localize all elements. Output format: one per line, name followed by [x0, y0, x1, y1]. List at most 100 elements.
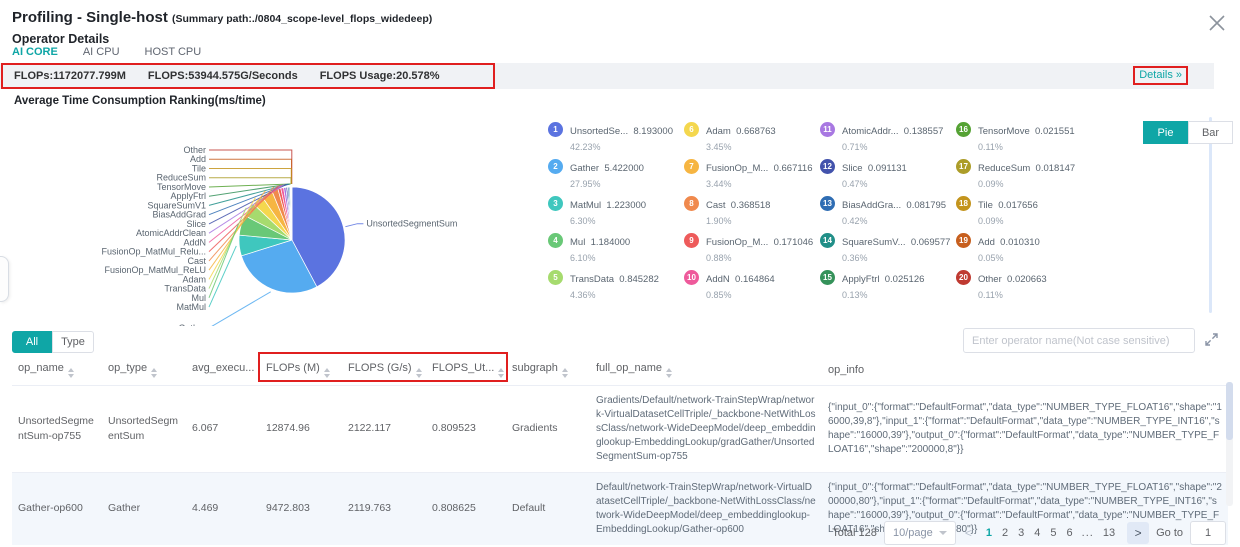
legend-percent: 0.47%: [842, 179, 907, 189]
legend-scrollbar[interactable]: [1209, 117, 1212, 313]
page-number-list: 123456...13: [981, 527, 1120, 539]
column-header-flops-m-[interactable]: FLOPs (M): [260, 355, 342, 386]
sort-icon[interactable]: [562, 368, 568, 378]
legend-item-19[interactable]: 19Add 0.0103100.05%: [956, 232, 1082, 269]
table-header-row: op_nameop_typeavg_execu...FLOPs (M)FLOPS…: [12, 355, 1228, 386]
prev-page-button[interactable]: <: [963, 526, 974, 540]
legend-item-3[interactable]: 3MatMul 1.2230006.30%: [548, 195, 674, 232]
legend-item-1[interactable]: 1UnsortedSe... 8.19300042.23%: [548, 121, 674, 158]
legend-item-16[interactable]: 16TensorMove 0.0215510.11%: [956, 121, 1082, 158]
expand-fullscreen-icon[interactable]: [1205, 333, 1218, 351]
legend-percent: 0.11%: [978, 290, 1047, 300]
column-header-op-type[interactable]: op_type: [102, 355, 186, 386]
pagination-bar: Total 128 10/page < 123456...13 > Go to: [832, 521, 1226, 545]
page-size-value: 10/page: [893, 527, 933, 539]
flops-total: FLOPs:1172077.799M: [14, 70, 126, 82]
page-number-6[interactable]: 6: [1062, 527, 1078, 539]
cell-op_type: UnsortedSegmentSum: [102, 386, 186, 473]
sort-icon[interactable]: [416, 368, 422, 378]
search-input[interactable]: [963, 328, 1195, 353]
sort-icon[interactable]: [324, 368, 330, 378]
legend-rank-badge: 17: [956, 159, 971, 174]
legend-rank-badge: 5: [548, 270, 563, 285]
pagination-total: Total 128: [832, 527, 877, 539]
goto-page-input[interactable]: [1190, 521, 1226, 545]
filter-type-button[interactable]: Type: [52, 331, 94, 353]
legend-rank-badge: 15: [820, 270, 835, 285]
column-header-avg-execu-[interactable]: avg_execu...: [186, 355, 260, 386]
column-header-op-name[interactable]: op_name: [12, 355, 102, 386]
legend-label: Mul 1.184000: [570, 237, 630, 248]
cell-op_name: UnsortedSegmentSum-op755: [12, 386, 102, 473]
cell-full_op_name: Gradients/Default/network-TrainStepWrap/…: [590, 386, 822, 473]
page-number-5[interactable]: 5: [1045, 527, 1061, 539]
column-header-subgraph[interactable]: subgraph: [506, 355, 590, 386]
legend-percent: 0.71%: [842, 142, 943, 152]
legend-percent: 3.44%: [706, 179, 813, 189]
page-number-1[interactable]: 1: [981, 527, 997, 539]
legend-item-10[interactable]: 10AddN 0.1648640.85%: [684, 269, 810, 306]
pie-leader-line: [209, 159, 292, 184]
legend-item-4[interactable]: 4Mul 1.1840006.10%: [548, 232, 674, 269]
legend-rank-badge: 8: [684, 196, 699, 211]
column-header-op-info: op_info: [822, 355, 1228, 386]
page-size-select[interactable]: 10/page: [884, 521, 956, 545]
page-ellipsis[interactable]: ...: [1078, 527, 1098, 539]
table-row[interactable]: UnsortedSegmentSum-op755UnsortedSegmentS…: [12, 386, 1228, 473]
legend-item-17[interactable]: 17ReduceSum 0.0181470.09%: [956, 158, 1082, 195]
legend-label: Gather 5.422000: [570, 163, 644, 174]
sort-icon[interactable]: [68, 368, 74, 378]
filter-all-button[interactable]: All: [12, 331, 52, 353]
sort-icon[interactable]: [258, 368, 260, 378]
legend-item-14[interactable]: 14SquareSumV... 0.0695770.36%: [820, 232, 946, 269]
cell-full_op_name: Default/network-TrainStepWrap/network-Vi…: [590, 473, 822, 546]
legend-rank-badge: 1: [548, 122, 563, 137]
page-number-13[interactable]: 13: [1098, 527, 1120, 539]
legend-label: Add 0.010310: [978, 237, 1040, 248]
legend-rank-badge: 2: [548, 159, 563, 174]
sort-icon[interactable]: [498, 368, 504, 378]
page-title-text: Profiling - Single-host: [12, 9, 168, 26]
page-number-3[interactable]: 3: [1013, 527, 1029, 539]
legend-percent: 6.30%: [570, 216, 646, 226]
legend-item-20[interactable]: 20Other 0.0206630.11%: [956, 269, 1082, 306]
legend-percent: 0.36%: [842, 253, 950, 263]
cell-flops_gs: 2122.117: [342, 386, 426, 473]
legend-item-13[interactable]: 13BiasAddGra... 0.0817950.42%: [820, 195, 946, 232]
legend-label: FusionOp_M... 0.171046: [706, 237, 813, 248]
legend-item-8[interactable]: 8Cast 0.3685181.90%: [684, 195, 810, 232]
cell-subgraph: Gradients: [506, 386, 590, 473]
column-header-flops-g-s-[interactable]: FLOPS (G/s): [342, 355, 426, 386]
column-header-full-op-name[interactable]: full_op_name: [590, 355, 822, 386]
pie-label: UnsortedSegmentSum: [366, 219, 457, 229]
legend-rank-badge: 14: [820, 233, 835, 248]
bar-toggle-button[interactable]: Bar: [1188, 121, 1233, 144]
legend-item-12[interactable]: 12Slice 0.0911310.47%: [820, 158, 946, 195]
legend-item-9[interactable]: 9FusionOp_M... 0.1710460.88%: [684, 232, 810, 269]
sort-icon[interactable]: [151, 368, 157, 378]
sort-icon[interactable]: [666, 368, 672, 378]
legend-percent: 27.95%: [570, 179, 644, 189]
legend-rank-badge: 10: [684, 270, 699, 285]
legend-percent: 1.90%: [706, 216, 770, 226]
legend-item-2[interactable]: 2 Gather 5.422000 27.95%: [548, 158, 674, 195]
page-number-4[interactable]: 4: [1029, 527, 1045, 539]
cell-flops_gs: 2119.763: [342, 473, 426, 546]
pie-toggle-button[interactable]: Pie: [1143, 121, 1188, 144]
next-page-button[interactable]: >: [1127, 522, 1149, 544]
table-scrollbar-thumb[interactable]: [1226, 382, 1233, 440]
legend-item-6[interactable]: 6Adam 0.6687633.45%: [684, 121, 810, 158]
legend-label: MatMul 1.223000: [570, 200, 646, 211]
close-icon[interactable]: [1206, 12, 1228, 34]
pie-chart[interactable]: OtherAddTileReduceSumTensorMoveApplyFtrl…: [0, 113, 540, 326]
legend-label: ApplyFtrl 0.025126: [842, 274, 924, 285]
legend-item-7[interactable]: 7FusionOp_M... 0.6671163.44%: [684, 158, 810, 195]
legend-item-15[interactable]: 15ApplyFtrl 0.0251260.13%: [820, 269, 946, 306]
panel-collapse-handle[interactable]: [0, 256, 9, 302]
column-header-flops-ut-[interactable]: FLOPS_Ut...: [426, 355, 506, 386]
legend-item-18[interactable]: 18Tile 0.0176560.09%: [956, 195, 1082, 232]
legend-item-5[interactable]: 5TransData 0.8452824.36%: [548, 269, 674, 306]
page-number-2[interactable]: 2: [997, 527, 1013, 539]
details-link[interactable]: Details »: [1133, 66, 1188, 85]
legend-item-11[interactable]: 11AtomicAddr... 0.1385570.71%: [820, 121, 946, 158]
